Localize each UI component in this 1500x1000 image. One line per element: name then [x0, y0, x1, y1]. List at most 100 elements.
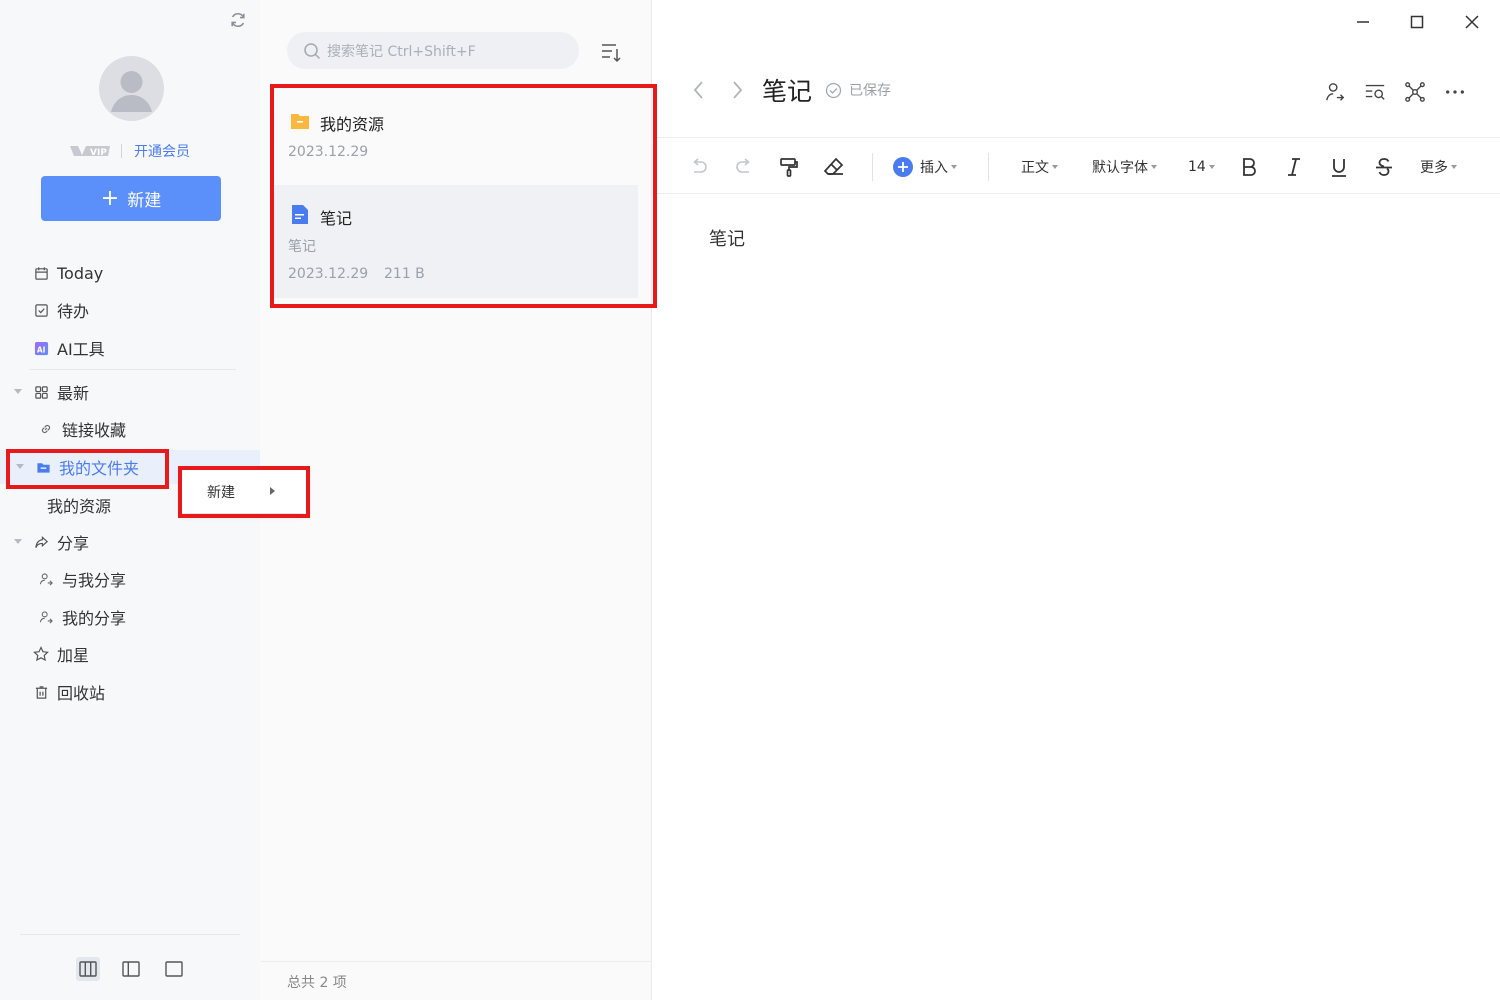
- calendar-icon: [33, 265, 49, 281]
- list-item-size: 211 B: [384, 266, 425, 282]
- sync-icon[interactable]: [229, 11, 247, 29]
- editor-pane: [652, 0, 1500, 1000]
- sidebar-item-today[interactable]: Today: [0, 256, 260, 290]
- svg-text:VIP: VIP: [90, 148, 107, 158]
- minimize-icon[interactable]: [1351, 10, 1375, 34]
- sidebar-item-starred[interactable]: 加星: [0, 637, 260, 671]
- paragraph-style-dropdown[interactable]: 正文: [1021, 155, 1058, 179]
- sidebar-item-label: 我的文件夹: [59, 459, 140, 478]
- search-input[interactable]: 搜索笔记 Ctrl+Shift+F: [287, 32, 579, 69]
- link-icon: [38, 421, 54, 437]
- save-status-label: 已保存: [849, 83, 891, 99]
- sidebar-item-my-shares[interactable]: 我的分享: [0, 600, 260, 634]
- dropdown-arrow-icon: [1451, 165, 1457, 169]
- more-format-label: 更多: [1420, 160, 1448, 176]
- paragraph-style-label: 正文: [1021, 160, 1049, 176]
- two-column-layout-icon[interactable]: [119, 957, 143, 981]
- font-family-dropdown[interactable]: 默认字体: [1092, 155, 1157, 179]
- divider: [988, 153, 989, 181]
- item-count: 总共 2 项: [287, 975, 347, 991]
- italic-icon[interactable]: [1283, 155, 1305, 179]
- more-options-icon[interactable]: [1443, 80, 1467, 104]
- ai-icon: AI: [33, 340, 49, 356]
- share-icon: [33, 534, 49, 550]
- sidebar-item-label: 待办: [57, 302, 90, 321]
- sidebar-item-label: AI工具: [57, 340, 105, 359]
- divider: [872, 153, 873, 181]
- three-column-layout-icon[interactable]: [76, 957, 100, 981]
- page-title[interactable]: 笔记: [762, 72, 812, 108]
- dropdown-arrow-icon: [1208, 165, 1215, 169]
- context-menu-new[interactable]: 新建: [182, 470, 306, 513]
- sidebar-item-label: 回收站: [57, 684, 106, 703]
- font-size-dropdown[interactable]: 14: [1188, 155, 1215, 179]
- sidebar-item-recycle-bin[interactable]: 回收站: [0, 675, 260, 709]
- folder-icon: [290, 111, 310, 135]
- list-item-note[interactable]: 笔记 笔记 2023.12.29 211 B: [274, 185, 638, 298]
- sidebar-item-label: 与我分享: [62, 571, 127, 590]
- user-share-icon: [38, 571, 54, 587]
- document-icon: [290, 203, 310, 229]
- sidebar-item-label: 分享: [57, 534, 90, 553]
- submenu-arrow-icon: [270, 487, 275, 495]
- mind-map-icon[interactable]: [1403, 80, 1427, 104]
- divider: [20, 934, 240, 935]
- font-family-label: 默认字体: [1092, 160, 1148, 176]
- user-share-icon: [38, 609, 54, 625]
- share-user-icon[interactable]: [1323, 80, 1347, 104]
- avatar[interactable]: [99, 56, 164, 121]
- back-arrow-icon[interactable]: [689, 79, 709, 101]
- sidebar-item-share[interactable]: 分享: [0, 525, 260, 559]
- checkbox-icon: [33, 302, 49, 318]
- check-circle-icon: [825, 82, 842, 99]
- redo-icon[interactable]: [733, 155, 755, 179]
- dropdown-arrow-icon: [1052, 165, 1058, 169]
- sidebar-item-label: Today: [57, 263, 104, 283]
- forward-arrow-icon[interactable]: [727, 79, 747, 101]
- new-button-label: 新建: [127, 191, 162, 211]
- divider: [121, 144, 122, 158]
- sidebar-item-link-favorites[interactable]: 链接收藏: [0, 412, 260, 446]
- list-item-title: 笔记: [320, 209, 353, 228]
- list-item-date: 2023.12.29: [288, 266, 369, 282]
- caret-down-icon[interactable]: [14, 389, 22, 394]
- open-membership-link[interactable]: 开通会员: [134, 141, 190, 161]
- sort-icon[interactable]: [600, 41, 622, 63]
- strikethrough-icon[interactable]: [1373, 155, 1395, 179]
- format-painter-icon[interactable]: [778, 155, 800, 179]
- single-column-layout-icon[interactable]: [162, 957, 186, 981]
- find-in-note-icon[interactable]: [1363, 80, 1387, 104]
- new-button[interactable]: + 新建: [41, 176, 221, 221]
- insert-label: 插入: [920, 160, 948, 176]
- bold-icon[interactable]: [1238, 155, 1260, 179]
- svg-text:AI: AI: [36, 345, 45, 354]
- trash-icon: [33, 684, 49, 700]
- list-item-title: 我的资源: [320, 115, 385, 134]
- caret-down-icon[interactable]: [14, 539, 22, 544]
- grid-icon: [33, 384, 49, 400]
- undo-icon[interactable]: [688, 155, 710, 179]
- vip-badge-icon: VIP: [68, 143, 112, 159]
- search-icon: [303, 42, 321, 60]
- sidebar-item-label: 最新: [57, 384, 90, 403]
- sidebar-item-shared-with-me[interactable]: 与我分享: [0, 562, 260, 596]
- maximize-icon[interactable]: [1405, 10, 1429, 34]
- list-item-folder[interactable]: 我的资源 2023.12.29: [274, 95, 638, 177]
- editor-content[interactable]: 笔记: [709, 225, 745, 251]
- divider: [261, 961, 651, 962]
- star-icon: [33, 646, 49, 662]
- underline-icon[interactable]: [1328, 155, 1350, 179]
- dropdown-arrow-icon: [1151, 165, 1157, 169]
- insert-button[interactable]: 插入: [893, 155, 957, 179]
- close-icon[interactable]: [1460, 10, 1484, 34]
- sidebar-item-recent[interactable]: 最新: [0, 375, 260, 409]
- sidebar-item-label: 我的资源: [47, 497, 112, 516]
- eraser-icon[interactable]: [823, 155, 845, 179]
- sidebar-item-todo[interactable]: 待办: [0, 293, 260, 327]
- sidebar-item-ai-tools[interactable]: AI AI工具: [0, 331, 260, 365]
- divider: [652, 137, 1500, 138]
- caret-down-icon[interactable]: [16, 464, 24, 469]
- sidebar-item-label: 我的分享: [62, 609, 127, 628]
- more-format-dropdown[interactable]: 更多: [1420, 155, 1457, 179]
- context-menu-new-label: 新建: [207, 484, 235, 501]
